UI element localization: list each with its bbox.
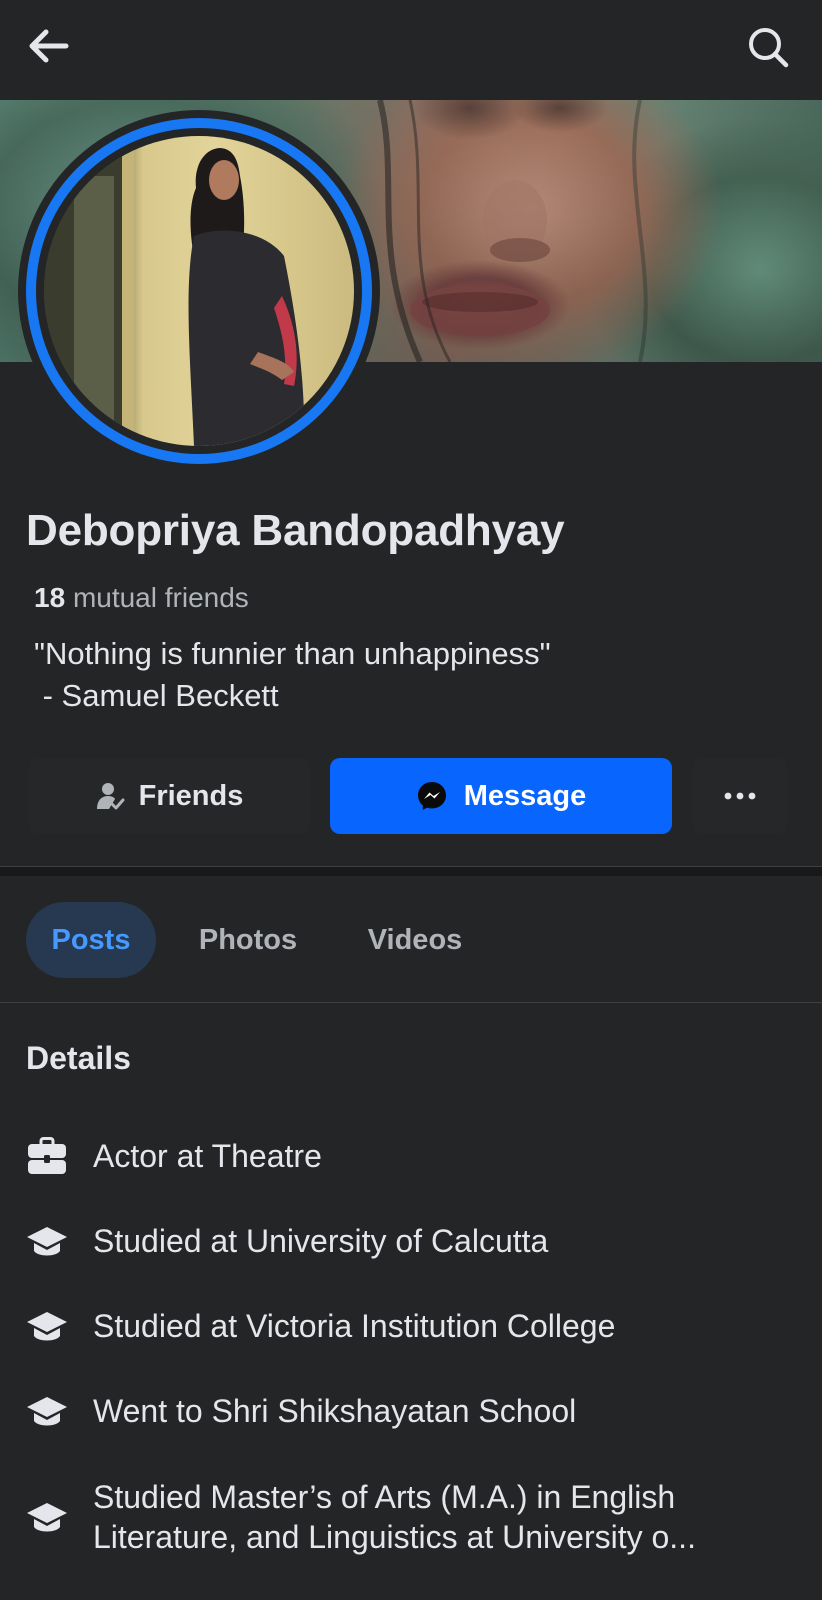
back-button[interactable] — [22, 22, 74, 74]
top-bar — [0, 0, 822, 100]
detail-text-line-2: Literature, and Linguistics at Universit… — [93, 1519, 696, 1555]
message-button-label: Message — [463, 779, 587, 812]
friends-button[interactable]: Friends — [28, 758, 310, 834]
graduation-cap-icon — [27, 1312, 67, 1341]
briefcase-icon — [28, 1137, 66, 1174]
avatar-image — [44, 136, 305, 446]
details-heading: Details — [26, 1040, 131, 1076]
detail-text: Went to Shri Shikshayatan School — [93, 1393, 577, 1429]
mutual-friends[interactable]: 18 mutual friends — [34, 582, 249, 614]
graduation-cap-icon — [27, 1227, 67, 1256]
bio-line-2: - Samuel Beckett — [34, 678, 279, 713]
arrow-left-icon — [29, 29, 69, 63]
tab-photos[interactable]: Photos — [180, 902, 316, 978]
detail-text: Studied at University of Calcutta — [93, 1223, 549, 1259]
tab-photos-label: Photos — [198, 923, 298, 956]
messenger-icon — [417, 782, 446, 810]
detail-text: Actor at Theatre — [93, 1138, 322, 1174]
mutual-friends-count: 18 — [34, 582, 66, 613]
more-dots-icon — [724, 792, 756, 800]
tab-videos-label: Videos — [367, 923, 463, 956]
search-button[interactable] — [742, 22, 794, 74]
friends-button-label: Friends — [138, 779, 244, 812]
section-divider — [0, 866, 822, 876]
tab-videos[interactable]: Videos — [344, 902, 486, 978]
more-options-button[interactable] — [692, 758, 788, 834]
graduation-cap-icon — [27, 1397, 67, 1426]
avatar[interactable] — [44, 136, 354, 446]
message-button[interactable]: Message — [330, 758, 672, 834]
tabs-divider — [0, 1002, 822, 1003]
tab-posts-label: Posts — [51, 923, 131, 956]
friends-check-icon — [96, 783, 125, 810]
section-divider-line — [0, 866, 822, 867]
bio-line-1: "Nothing is funnier than unhappiness" — [34, 636, 551, 671]
mutual-friends-label: mutual friends — [72, 582, 249, 613]
graduation-cap-icon — [27, 1503, 67, 1532]
detail-text: Studied at Victoria Institution College — [93, 1308, 616, 1344]
tab-posts[interactable]: Posts — [26, 902, 156, 978]
detail-text-line-1: Studied Master’s of Arts (M.A.) in Engli… — [93, 1479, 676, 1515]
search-icon — [749, 28, 789, 68]
profile-name: Debopriya Bandopadhyay — [26, 506, 565, 555]
